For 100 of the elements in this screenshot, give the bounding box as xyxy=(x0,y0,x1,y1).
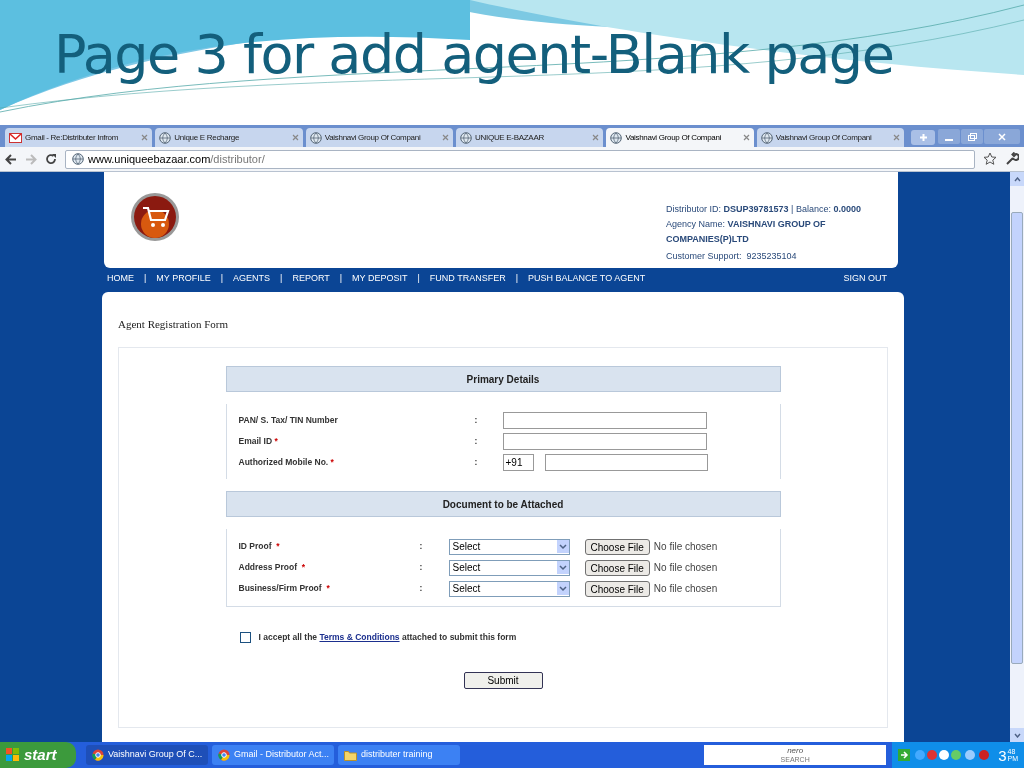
sign-out-link[interactable]: SIGN OUT xyxy=(843,272,887,286)
dropdown-icon xyxy=(556,540,569,553)
colon: : xyxy=(474,435,479,448)
nav-link[interactable]: HOME xyxy=(107,272,134,286)
section-header: Document to be Attached xyxy=(225,491,781,517)
dropdown-icon xyxy=(556,582,569,595)
close-icon[interactable] xyxy=(592,134,600,141)
field-label: Email ID * xyxy=(238,435,279,448)
arrow-icon[interactable] xyxy=(898,749,911,761)
nav-link[interactable]: AGENTS xyxy=(233,272,271,286)
browser-tab[interactable]: Unique E Recharge xyxy=(155,128,303,147)
close-icon[interactable] xyxy=(141,134,149,141)
text-field[interactable] xyxy=(502,433,707,450)
nav-separator: | xyxy=(143,272,148,286)
field-label: PAN/ S. Tax/ TIN Number xyxy=(238,414,339,427)
forward-icon[interactable] xyxy=(25,153,37,165)
back-icon[interactable] xyxy=(5,153,17,165)
dropdown-icon xyxy=(556,561,569,574)
close-icon[interactable] xyxy=(742,134,750,141)
nav-separator: | xyxy=(279,272,284,286)
address-field[interactable]: www.uniqueebazaar.com/distributor/ xyxy=(65,149,975,169)
field-label: ID Proof * xyxy=(238,540,281,553)
scroll-up-icon xyxy=(1013,176,1021,182)
choose-file-button[interactable]: Choose File xyxy=(584,538,650,555)
globe-icon xyxy=(610,131,623,144)
windows-logo-icon xyxy=(6,748,20,762)
form-title: Agent Registration Form xyxy=(118,317,229,332)
tab-title: UNIQUE E-BAZAAR xyxy=(475,131,545,144)
browser-tab[interactable]: Gmail - Re:Distributer Infrom xyxy=(5,128,153,147)
colon: : xyxy=(474,414,479,427)
restore-icon xyxy=(967,132,977,141)
choose-file-button[interactable]: Choose File xyxy=(584,580,650,597)
tab-title: Gmail - Re:Distributer Infrom xyxy=(25,131,120,144)
globe-icon xyxy=(159,131,172,144)
file-status: No file chosen xyxy=(653,540,718,554)
field-label: Address Proof * xyxy=(238,561,307,574)
maximize-button[interactable] xyxy=(961,129,984,144)
file-status: No file chosen xyxy=(653,582,718,596)
tab-title: Vaishnavi Group Of Compani xyxy=(324,131,422,144)
field-label: Business/Firm Proof * xyxy=(238,582,331,595)
select-dropdown[interactable]: Select xyxy=(448,538,570,555)
taskbar-item[interactable]: Gmail - Distributor Act... xyxy=(212,745,334,765)
colon: : xyxy=(419,540,424,553)
plus-icon xyxy=(918,133,928,142)
close-icon[interactable] xyxy=(442,134,450,141)
taskbar-item[interactable]: distributer training xyxy=(338,745,460,765)
tab-title: Unique E Recharge xyxy=(174,131,241,144)
browser-tab[interactable]: Vaishnavi Group Of Compani xyxy=(756,128,905,147)
tab-title: Vaishnavi Group Of Compani xyxy=(625,131,723,144)
nav-link[interactable]: MY PROFILE xyxy=(156,272,211,286)
globe-icon xyxy=(309,131,322,144)
close-icon xyxy=(998,132,1007,141)
globe-icon xyxy=(760,131,773,144)
section-header: Primary Details xyxy=(225,366,781,392)
folder-icon xyxy=(344,749,357,761)
star-icon[interactable] xyxy=(983,152,997,166)
nav-link[interactable]: REPORT xyxy=(292,272,330,286)
close-window-button[interactable] xyxy=(984,129,1021,144)
globe-icon xyxy=(72,153,84,165)
wrench-icon[interactable] xyxy=(1005,152,1019,166)
select-dropdown[interactable]: Select xyxy=(448,559,570,576)
colon: : xyxy=(474,456,479,469)
select-dropdown[interactable]: Select xyxy=(448,580,570,597)
nav-separator: | xyxy=(219,272,225,286)
submit-button[interactable]: Submit xyxy=(463,671,543,689)
terms-checkbox[interactable] xyxy=(239,631,251,643)
search-logo: nero xyxy=(787,746,804,755)
agency-name: Agency Name: VAISHNAVI GROUP OF COMPANIES(P)LTD xyxy=(666,218,827,246)
text-field[interactable] xyxy=(502,412,707,429)
country-code-field[interactable]: +91 xyxy=(502,454,534,471)
tab-title: Vaishnavi Group Of Compani xyxy=(775,131,873,144)
nav-separator: | xyxy=(338,272,344,286)
colon: : xyxy=(419,582,424,595)
choose-file-button[interactable]: Choose File xyxy=(584,559,650,576)
browser-icon xyxy=(218,749,230,761)
close-icon[interactable] xyxy=(893,134,901,141)
minimize-button[interactable] xyxy=(938,129,961,144)
new-tab-button[interactable] xyxy=(911,130,936,145)
distributor-info: Distributor ID: DSUP39781573 | Balance: 0.0000 xyxy=(666,203,863,216)
browser-icon xyxy=(92,749,104,761)
nav-link[interactable]: PUSH BALANCE TO AGENT xyxy=(528,272,646,286)
browser-tab[interactable]: UNIQUE E-BAZAAR xyxy=(456,128,604,147)
colon: : xyxy=(419,561,424,574)
start-button[interactable]: start xyxy=(0,742,76,768)
mobile-field[interactable] xyxy=(544,454,708,471)
nav-link[interactable]: MY DEPOSIT xyxy=(352,272,408,286)
minimize-icon xyxy=(945,139,954,141)
nav-separator: | xyxy=(416,272,421,286)
browser-tab[interactable]: Vaishnavi Group Of Compani xyxy=(606,128,754,147)
globe-icon xyxy=(460,131,473,144)
browser-tab[interactable]: Vaishnavi Group Of Compani xyxy=(305,128,454,147)
reload-icon[interactable] xyxy=(45,153,57,165)
close-icon[interactable] xyxy=(291,134,299,141)
url-text: www.uniqueebazaar.com/distributor/ xyxy=(88,151,265,167)
scrollbar[interactable] xyxy=(1010,172,1024,742)
nav-separator: | xyxy=(514,272,519,286)
terms-link[interactable]: Terms & Conditions xyxy=(319,632,400,642)
file-status: No file chosen xyxy=(653,561,718,575)
taskbar-item[interactable]: Vaishnavi Group Of C... xyxy=(86,745,208,765)
nav-link[interactable]: FUND TRANSFER xyxy=(429,272,506,286)
